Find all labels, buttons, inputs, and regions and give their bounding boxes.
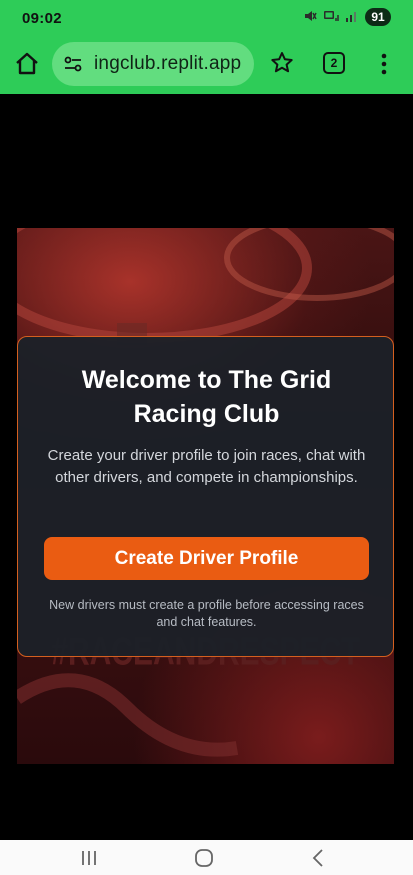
more-vert-icon[interactable] [376,48,392,80]
modal-description: Create your driver profile to join races… [47,447,366,486]
tabs-icon[interactable]: 2 [323,52,345,74]
nav-home-icon[interactable] [194,848,214,868]
url-text[interactable]: ingclub.replit.app [94,53,241,75]
status-icons: 91 [303,8,391,26]
page-viewport: #RACEANDRESPECT Welcome to The Grid Raci… [0,94,413,840]
welcome-modal: Welcome to The Grid Racing Club Create y… [17,336,394,657]
browser-toolbar: ingclub.replit.app 2 [0,36,413,94]
battery-indicator: 91 [365,8,391,26]
system-nav-bar [0,840,413,875]
home-icon[interactable] [12,49,42,79]
recents-icon[interactable] [80,849,98,867]
status-time: 09:02 [22,10,62,27]
tune-icon[interactable] [62,53,84,75]
create-driver-profile-button[interactable]: Create Driver Profile [44,537,369,580]
modal-note: New drivers must create a profile before… [49,598,364,629]
back-icon[interactable] [311,848,325,868]
star-icon[interactable] [268,49,296,77]
address-bar[interactable]: ingclub.replit.app [52,42,254,86]
status-bar: 09:02 91 [0,0,413,36]
wifi-icon [323,9,339,26]
modal-title: Welcome to The Grid Racing Club [81,366,332,428]
signal-icon [345,9,359,26]
mute-icon [303,9,317,26]
